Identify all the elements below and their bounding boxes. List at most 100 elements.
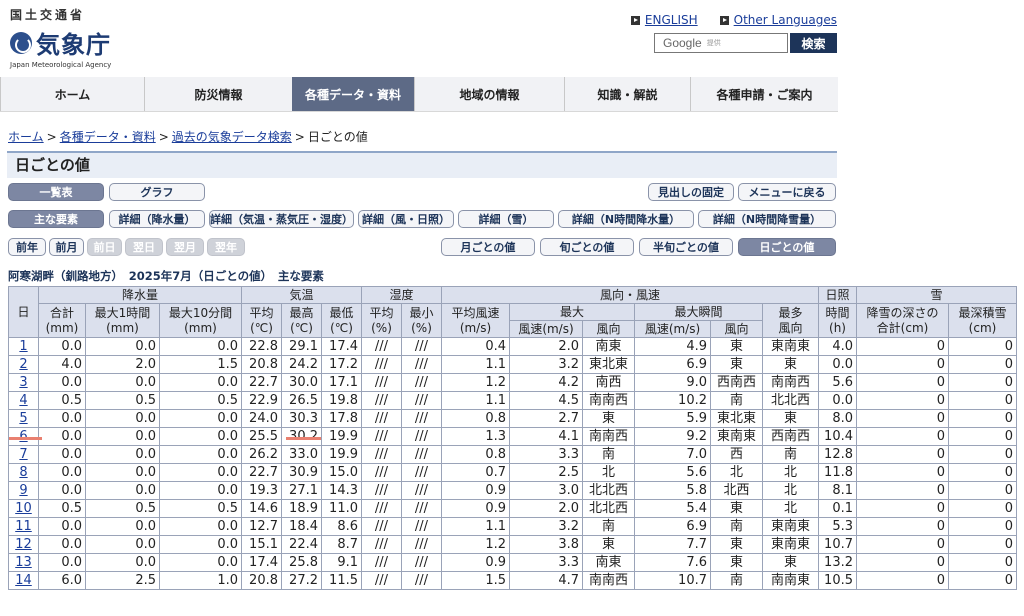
table-cell: 24.2	[281, 355, 322, 374]
search-input[interactable]: Google 提供	[654, 33, 788, 53]
table-cell: 17.2	[321, 355, 362, 374]
day-link[interactable]: 1	[8, 337, 39, 356]
daily-values-button[interactable]: 日ごとの値	[738, 238, 836, 256]
nav-regional[interactable]: 地域の情報	[414, 77, 564, 111]
table-cell: 0.0	[159, 337, 242, 356]
day-link[interactable]: 5	[8, 409, 39, 428]
other-languages-link[interactable]: Other Languages	[719, 13, 837, 27]
table-cell: 0	[856, 535, 949, 554]
table-cell: 20.8	[241, 571, 282, 590]
table-cell: 0.0	[159, 463, 242, 482]
table-cell: 南	[582, 445, 635, 464]
table-cell: 1.3	[441, 427, 510, 446]
col-precip-max10m: 最大10分間 (mm)	[159, 303, 242, 338]
table-cell: 3.3	[509, 445, 583, 464]
table-cell: 0.0	[85, 337, 160, 356]
day-link[interactable]: 8	[8, 463, 39, 482]
ten-day-values-button[interactable]: 旬ごとの値	[540, 238, 634, 256]
table-cell: 8.0	[818, 409, 857, 428]
table-cell: ///	[401, 499, 442, 518]
day-link[interactable]: 11	[8, 517, 39, 536]
table-row: 14 6.0 2.5 1.0 20.8 27.2 11.5//////1.5 4.7 南南西 10…	[8, 571, 1017, 590]
breadcrumb-home[interactable]: ホーム	[8, 130, 44, 144]
jma-logo[interactable]: 国土交通省 気象庁 Japan Meteorological Agency	[10, 6, 111, 69]
table-row: 9 0.0 0.0 0.0 19.3 27.1 14.3//////0.9 3.0 北北西 5.8…	[8, 481, 1017, 500]
nav-knowledge[interactable]: 知識・解説	[564, 77, 690, 111]
nav-data[interactable]: 各種データ・資料	[292, 77, 414, 111]
table-cell: 19.3	[241, 481, 282, 500]
table-cell: 0	[948, 481, 1017, 500]
table-cell: 0	[856, 409, 949, 428]
back-to-menu-button[interactable]: メニューに戻る	[738, 183, 836, 201]
highlight-mark-max-temp	[286, 437, 321, 440]
breadcrumb-data[interactable]: 各種データ・資料	[60, 130, 156, 144]
half-ten-day-values-button[interactable]: 半旬ごとの値	[639, 238, 733, 256]
graph-view-button[interactable]: グラフ	[109, 183, 205, 201]
day-link[interactable]: 10	[8, 499, 39, 518]
table-cell: 1.5	[441, 571, 510, 590]
table-cell: 5.3	[818, 517, 857, 536]
day-link[interactable]: 2	[8, 355, 39, 374]
list-view-button[interactable]: 一覧表	[8, 183, 104, 201]
table-cell: 1.1	[441, 391, 510, 410]
day-link[interactable]: 9	[8, 481, 39, 500]
table-cell: 東	[582, 535, 635, 554]
table-cell: 0.0	[38, 463, 86, 482]
detail-precip-button[interactable]: 詳細（降水量）	[109, 210, 205, 228]
main-elements-button[interactable]: 主な要素	[8, 210, 104, 228]
table-cell: 22.9	[241, 391, 282, 410]
table-cell: 7.6	[634, 553, 711, 572]
highlight-mark-day	[9, 437, 42, 440]
table-cell: ///	[401, 445, 442, 464]
table-cell: 24.0	[241, 409, 282, 428]
prev-year-button[interactable]: 前年	[8, 238, 46, 256]
table-cell: 19.9	[321, 427, 362, 446]
english-link[interactable]: ENGLISH	[630, 13, 698, 27]
table-cell: ///	[401, 463, 442, 482]
prev-month-button[interactable]: 前月	[49, 238, 84, 256]
table-row: 1 0.0 0.0 0.0 22.8 29.1 17.4//////0.4 2.0 南東 4.9 東…	[8, 337, 1017, 356]
detail-wind-button[interactable]: 詳細（風・日照）	[358, 210, 454, 228]
table-cell: 南南西	[582, 427, 635, 446]
monthly-values-button[interactable]: 月ごとの値	[441, 238, 535, 256]
nav-disaster-info[interactable]: 防災情報	[144, 77, 292, 111]
nav-applications[interactable]: 各種申請・ご案内	[690, 77, 838, 111]
table-cell: 7.7	[634, 535, 711, 554]
table-cell: 5.9	[634, 409, 711, 428]
table-cell: 0.0	[38, 337, 86, 356]
table-cell: 0	[856, 355, 949, 374]
table-cell: 0	[856, 391, 949, 410]
table-cell: 南西	[582, 373, 635, 392]
day-link[interactable]: 7	[8, 445, 39, 464]
daily-data-table: 日 降水量 気温 湿度 風向・風速 日照 雪 合計 (mm) 最大1時間 (mm) …	[8, 286, 1017, 590]
col-sunshine-time: 時間 (h)	[818, 303, 857, 338]
detail-nh-snow-button[interactable]: 詳細（N時間降雪量）	[698, 210, 836, 228]
table-cell: 26.5	[281, 391, 322, 410]
detail-snow-button[interactable]: 詳細（雪）	[458, 210, 554, 228]
table-cell: 0.5	[38, 391, 86, 410]
day-link[interactable]: 13	[8, 553, 39, 572]
day-link[interactable]: 14	[8, 571, 39, 590]
table-cell: 14.3	[321, 481, 362, 500]
table-cell: 18.9	[281, 499, 322, 518]
table-cell: 10.5	[818, 571, 857, 590]
day-link[interactable]: 12	[8, 535, 39, 554]
table-cell: 東	[710, 499, 763, 518]
table-cell: 北	[762, 463, 819, 482]
table-cell: 0.0	[85, 409, 160, 428]
table-cell: 8.6	[321, 517, 362, 536]
detail-temp-button[interactable]: 詳細（気温・蒸気圧・湿度）	[209, 210, 354, 228]
search-button[interactable]: 検索	[790, 33, 837, 53]
table-cell: 27.2	[281, 571, 322, 590]
table-cell: 0.5	[38, 499, 86, 518]
table-cell: 22.8	[241, 337, 282, 356]
day-link[interactable]: 3	[8, 373, 39, 392]
table-cell: 6.9	[634, 355, 711, 374]
fix-headings-button[interactable]: 見出しの固定	[648, 183, 734, 201]
table-cell: 0.0	[159, 517, 242, 536]
table-cell: 東	[762, 355, 819, 374]
detail-nh-precip-button[interactable]: 詳細（N時間降水量）	[558, 210, 694, 228]
nav-home[interactable]: ホーム	[0, 77, 144, 111]
breadcrumb-search[interactable]: 過去の気象データ検索	[172, 130, 292, 144]
day-link[interactable]: 4	[8, 391, 39, 410]
